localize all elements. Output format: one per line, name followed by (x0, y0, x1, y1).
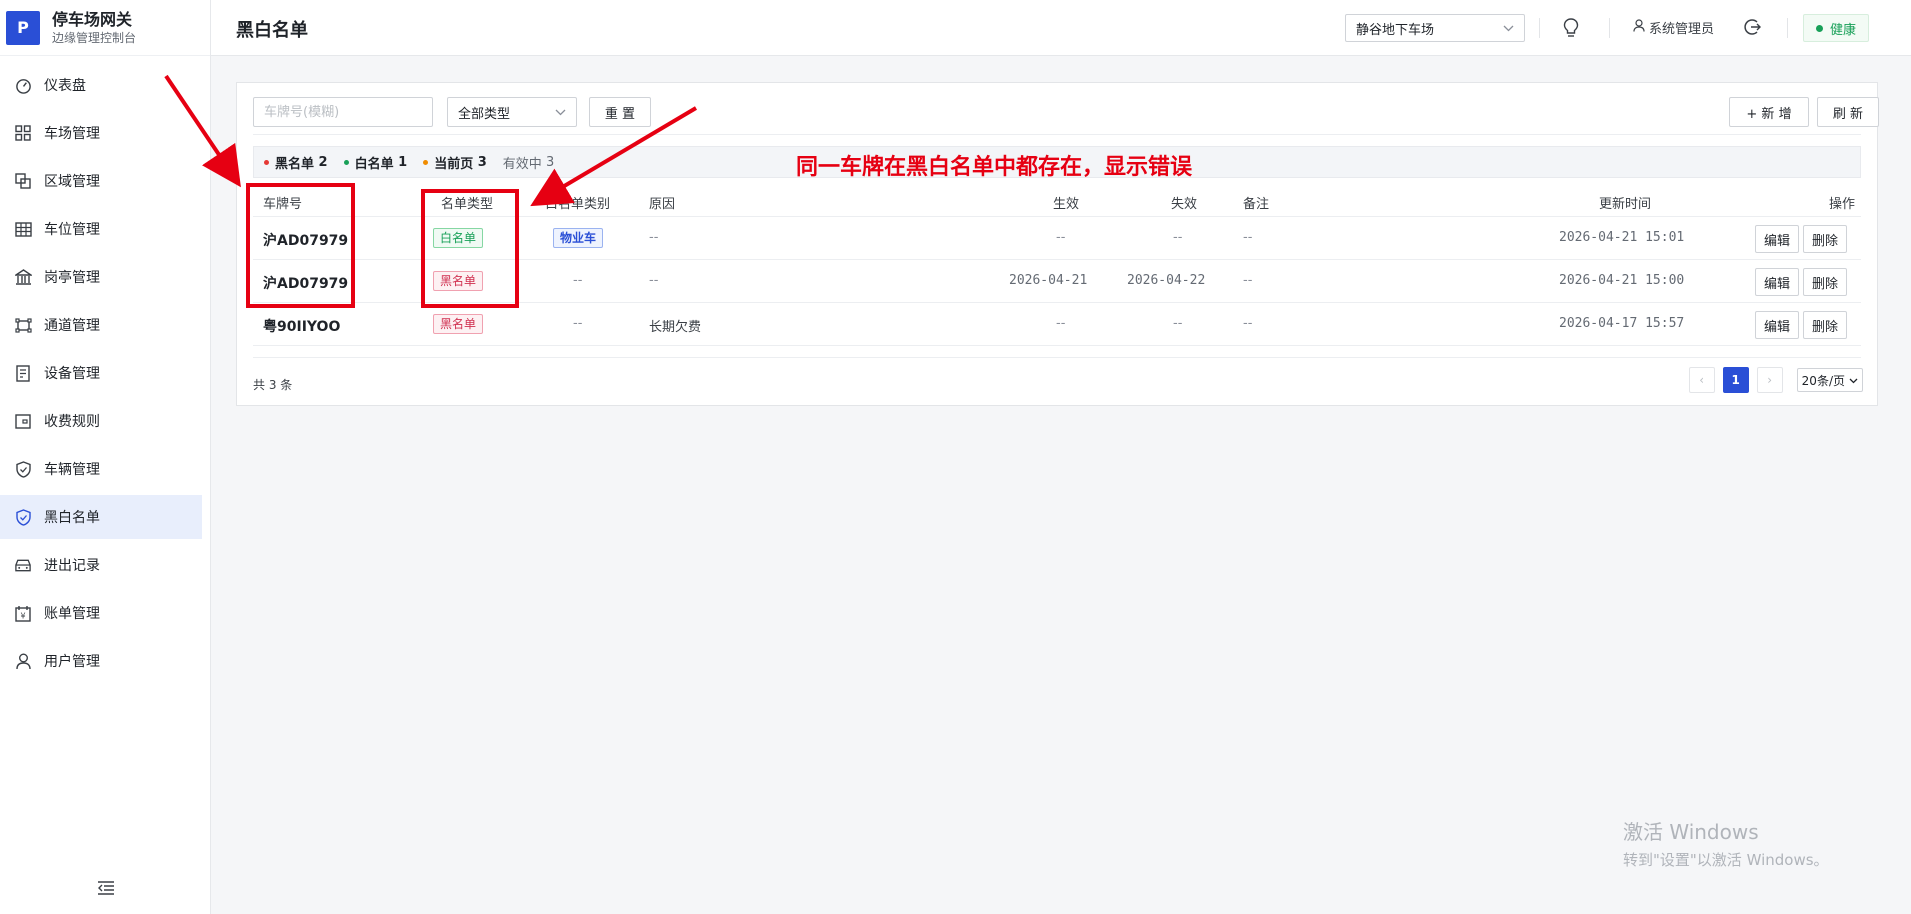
annotation-arrows (164, 74, 698, 207)
watermark-line1: 激活 Windows (1623, 820, 1759, 844)
watermark-line2: 转到"设置"以激活 Windows。 (1623, 851, 1829, 869)
annotation-text: 同一车牌在黑白名单中都存在，显示错误 (796, 155, 1193, 180)
windows-activation-watermark: 激活 Windows 转到"设置"以激活 Windows。 (1623, 816, 1829, 870)
